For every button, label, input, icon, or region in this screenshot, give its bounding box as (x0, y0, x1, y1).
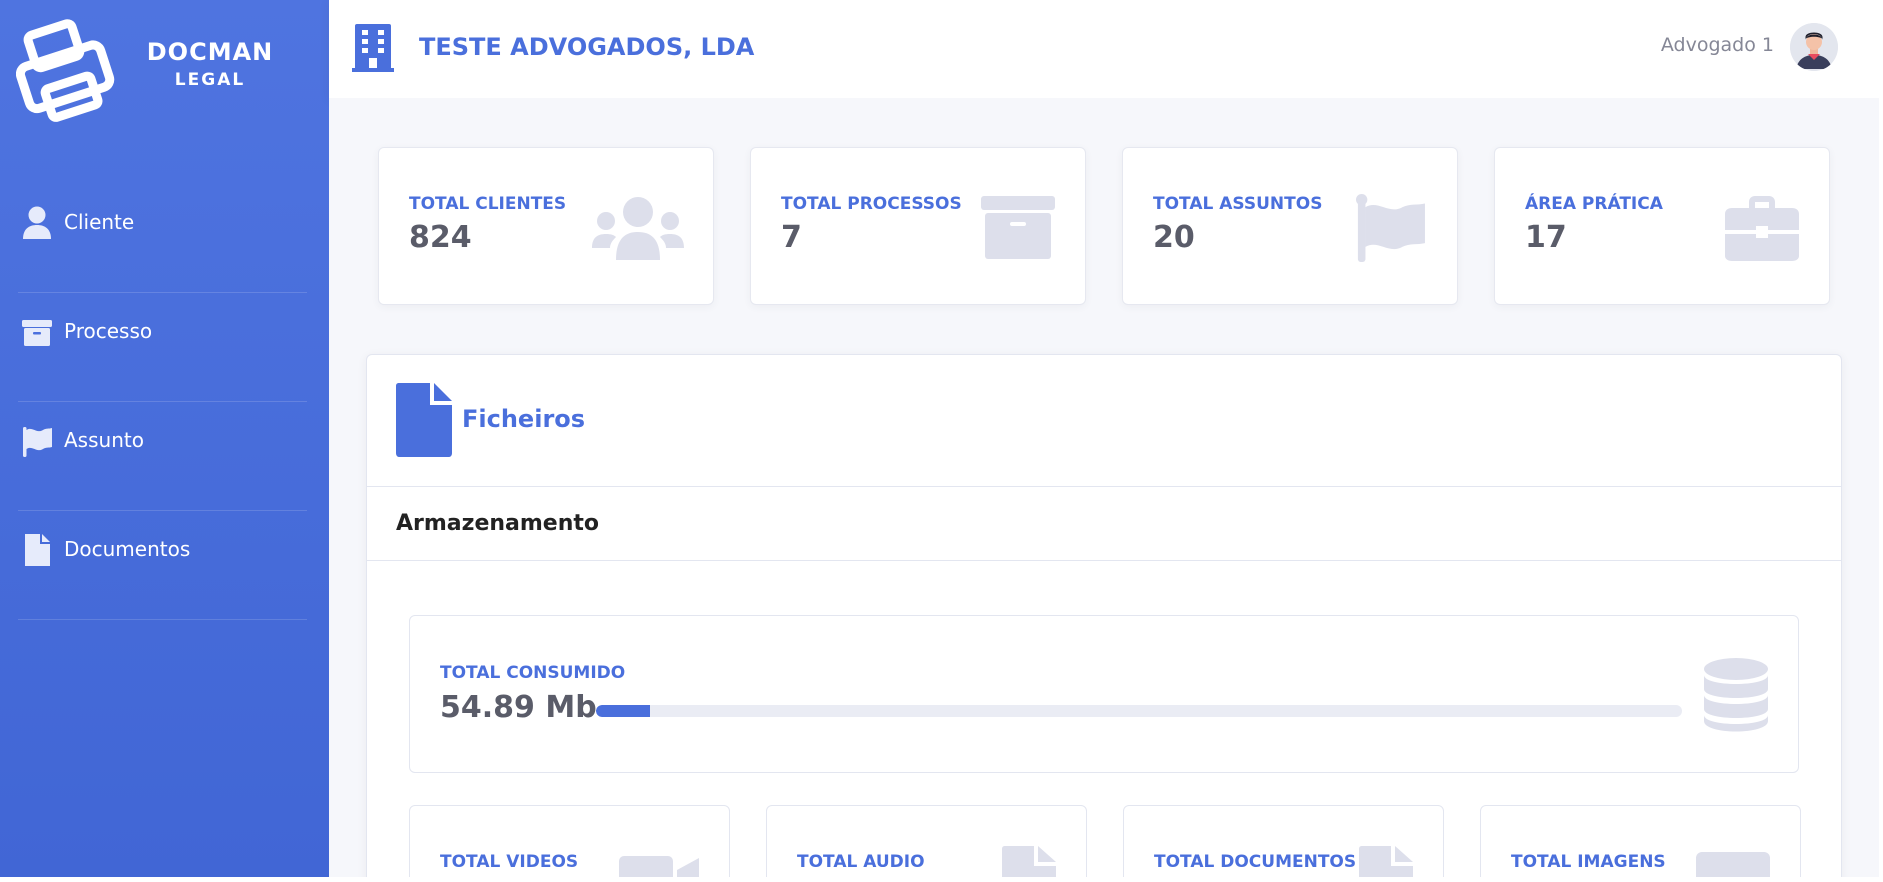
file-icon (25, 534, 50, 566)
avatar[interactable] (1790, 23, 1838, 71)
media-label: TOTAL IMAGENS (1511, 852, 1666, 872)
storage-label: TOTAL CONSUMIDO (440, 663, 626, 683)
sidebar-item-cliente[interactable]: Cliente (0, 183, 329, 293)
stat-card-area-pratica[interactable]: ÁREA PRÁTICA 17 (1494, 147, 1830, 305)
database-icon (1704, 658, 1768, 732)
window-frame-bottom (0, 877, 1883, 882)
users-icon (592, 197, 684, 260)
sidebar: DOCMAN LEGAL Cliente Processo Assunto Do… (0, 0, 329, 877)
avatar-icon (1790, 23, 1838, 71)
media-label: TOTAL VIDEOS (440, 852, 579, 872)
storage-progress-fill (596, 705, 651, 717)
stat-value: 824 (409, 220, 472, 255)
archive-icon (22, 320, 52, 346)
sidebar-item-label: Cliente (64, 210, 135, 234)
divider (18, 619, 307, 620)
media-card-videos[interactable]: TOTAL VIDEOS (409, 805, 730, 882)
user-name[interactable]: Advogado 1 (1661, 34, 1774, 56)
brand[interactable]: DOCMAN LEGAL (0, 0, 329, 122)
window-frame-right (1879, 0, 1883, 882)
stat-label: ÁREA PRÁTICA (1525, 194, 1663, 214)
briefcase-icon (1725, 196, 1799, 261)
stat-card-clientes[interactable]: TOTAL CLIENTES 824 (378, 147, 714, 305)
brand-title: DOCMAN (146, 38, 274, 66)
media-label: TOTAL AUDIO (797, 852, 925, 872)
storage-value: 54.89 Mb (440, 690, 597, 725)
stat-value: 17 (1525, 220, 1567, 255)
flag-icon (23, 427, 52, 457)
files-panel-header: Ficheiros (367, 355, 1841, 487)
sidebar-item-label: Processo (64, 319, 153, 343)
building-icon (352, 24, 394, 72)
brand-subtitle: LEGAL (174, 70, 246, 90)
storage-header: Armazenamento (367, 487, 1841, 561)
printer-logo-icon (16, 19, 115, 122)
topbar: TESTE ADVOGADOS, LDA Advogado 1 (329, 0, 1879, 98)
main-content: TOTAL CLIENTES 824 TOTAL PROCESSOS 7 TOT… (329, 98, 1879, 882)
media-card-documentos[interactable]: TOTAL DOCUMENTOS (1123, 805, 1444, 882)
sidebar-item-label: Documentos (64, 537, 191, 561)
media-label: TOTAL DOCUMENTOS (1154, 852, 1357, 872)
stat-card-processos[interactable]: TOTAL PROCESSOS 7 (750, 147, 1086, 305)
panel-title: Ficheiros (462, 405, 586, 433)
sidebar-item-documentos[interactable]: Documentos (0, 510, 329, 620)
flag-icon (1356, 194, 1425, 262)
stat-label: TOTAL ASSUNTOS (1153, 194, 1323, 214)
brand-text: DOCMAN LEGAL (140, 38, 280, 90)
file-icon (396, 383, 452, 457)
stat-value: 7 (781, 220, 802, 255)
sidebar-item-assunto[interactable]: Assunto (0, 401, 329, 511)
stat-card-assuntos[interactable]: TOTAL ASSUNTOS 20 (1122, 147, 1458, 305)
files-panel: Ficheiros Armazenamento TOTAL CONSUMIDO … (366, 354, 1842, 882)
storage-progress-bar (596, 705, 1682, 717)
company-name: TESTE ADVOGADOS, LDA (419, 33, 755, 61)
sidebar-item-label: Assunto (64, 428, 144, 452)
media-card-audio[interactable]: TOTAL AUDIO (766, 805, 1087, 882)
stat-label: TOTAL CLIENTES (409, 194, 567, 214)
storage-card: TOTAL CONSUMIDO 54.89 Mb (409, 615, 1799, 773)
archive-icon (981, 196, 1055, 259)
stat-label: TOTAL PROCESSOS (781, 194, 962, 214)
stat-value: 20 (1153, 220, 1195, 255)
media-card-imagens[interactable]: TOTAL IMAGENS (1480, 805, 1801, 882)
user-icon (23, 206, 51, 239)
storage-title: Armazenamento (396, 511, 600, 536)
sidebar-item-processo[interactable]: Processo (0, 292, 329, 402)
